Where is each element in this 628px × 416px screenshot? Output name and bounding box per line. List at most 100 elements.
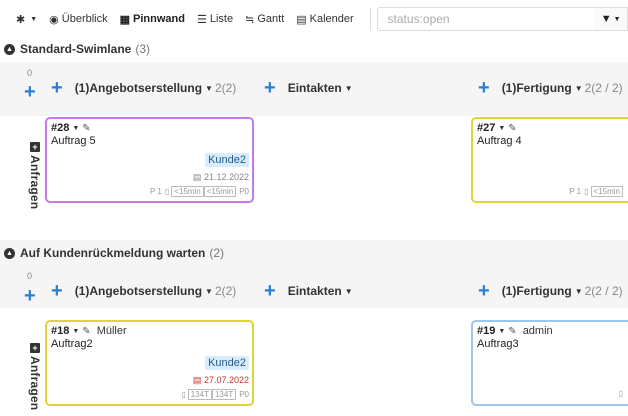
tab-board-label: Pinnwand xyxy=(133,13,185,25)
add-card-icon[interactable]: + xyxy=(478,78,490,98)
column-title: (1)Fertigung xyxy=(501,284,572,298)
card-meta: P 1 ▯ <15min <15min P0 xyxy=(150,186,249,197)
time-spent: <15min xyxy=(203,186,237,197)
swimlane-count: (2) xyxy=(209,246,225,260)
tab-calendar[interactable]: ▤ Kalender xyxy=(296,13,353,26)
grid-icon: ▦ xyxy=(119,13,131,26)
subtask-count: P 1 xyxy=(569,187,582,196)
ticket-id[interactable]: #28 xyxy=(51,122,69,134)
due-date-text: 21.12.2022 xyxy=(203,172,249,182)
ticket-card[interactable]: #28 ▼ ✎ Auftrag 5 Kunde2 ▤ 21.12.2022 P … xyxy=(45,117,254,203)
card-meta: P 1 ▯ <15min xyxy=(569,186,623,197)
due-date: ▤ 21.12.2022 xyxy=(193,172,249,183)
filter-icon: ▼ xyxy=(600,13,612,25)
ticket-id[interactable]: #18 xyxy=(51,325,69,337)
expand-icon[interactable]: + xyxy=(30,142,40,152)
swimlane-title: Standard-Swimlane xyxy=(20,42,132,56)
tag-badge: Kunde2 xyxy=(205,356,249,370)
row-label-text: Anfragen xyxy=(28,356,42,411)
card-meta: ▯ 134T 134T P0 xyxy=(181,389,249,400)
time-estimate: <15min xyxy=(171,186,204,197)
calendar-icon: ▤ xyxy=(192,172,202,182)
add-card-icon[interactable]: + xyxy=(264,281,276,301)
list-icon: ☰ xyxy=(196,13,207,26)
subtask-count: P 1 xyxy=(149,187,162,196)
ticket-title: Auftrag 4 xyxy=(477,135,522,147)
edit-icon[interactable]: ✎ xyxy=(82,123,90,134)
column-header-fertigung[interactable]: + (1)Fertigung ▼ 2(2 / 2) xyxy=(478,281,623,301)
tab-overview[interactable]: ◉ Überblick xyxy=(49,13,107,26)
chevron-down-icon[interactable]: ▼ xyxy=(345,84,353,93)
card-meta: ▯ xyxy=(619,389,623,398)
column-header-angebot[interactable]: + (1)Angebotserstellung ▼ 2(2) xyxy=(51,78,236,98)
search-input[interactable]: status:open xyxy=(376,7,595,31)
tab-list-label: Liste xyxy=(209,13,234,25)
ticket-card[interactable]: #19 ▼ ✎ admin Auftrag3 ▯ xyxy=(471,320,628,406)
edit-icon[interactable]: ✎ xyxy=(508,326,516,337)
add-card-icon[interactable]: + xyxy=(478,281,490,301)
assignee: admin xyxy=(522,325,553,337)
chevron-down-icon[interactable]: ▼ xyxy=(498,125,505,132)
chevron-down-icon[interactable]: ▼ xyxy=(205,84,213,93)
ticket-title: Auftrag2 xyxy=(51,338,93,350)
chevron-down-icon[interactable]: ▼ xyxy=(575,287,583,296)
assignee: Müller xyxy=(96,325,127,337)
chevron-down-icon[interactable]: ▼ xyxy=(205,287,213,296)
time-estimate: 134T xyxy=(187,389,212,400)
ticket-card[interactable]: #27 ▼ ✎ Auftrag 4 P 1 ▯ <15min xyxy=(471,117,628,203)
chevron-up-icon[interactable]: ▲ xyxy=(4,247,15,259)
settings-menu[interactable]: ✱ ▼ xyxy=(16,13,37,26)
column-title: (1)Fertigung xyxy=(501,81,572,95)
calendar-icon: ▤ xyxy=(192,375,202,385)
row-label-text: Anfragen xyxy=(28,155,42,210)
tag-badge: Kunde2 xyxy=(205,153,249,167)
edit-icon[interactable]: ✎ xyxy=(82,326,90,337)
document-icon: ▯ xyxy=(618,389,623,398)
eye-icon: ◉ xyxy=(49,13,59,26)
swimlane-header[interactable]: ▲ Standard-Swimlane (3) xyxy=(4,42,150,56)
swimlane-header[interactable]: ▲ Auf Kundenrückmeldung warten (2) xyxy=(4,246,224,260)
tab-board[interactable]: ▦ Pinnwand xyxy=(120,13,185,26)
expand-icon[interactable]: + xyxy=(30,343,40,353)
column-title: Eintakten xyxy=(287,81,342,95)
column-count: 2(2 / 2) xyxy=(584,81,623,95)
tab-overview-label: Überblick xyxy=(61,13,108,25)
due-date: ▤ 27.07.2022 xyxy=(193,375,249,386)
add-row-button[interactable]: + xyxy=(24,286,36,306)
chevron-down-icon[interactable]: ▼ xyxy=(498,328,505,335)
sliders-icon: ≒ xyxy=(245,13,255,26)
column-header-eintakten[interactable]: + Eintakten ▼ xyxy=(264,78,353,98)
ticket-title: Auftrag 5 xyxy=(51,135,96,147)
row-label: + Anfragen xyxy=(28,142,42,209)
chevron-down-icon[interactable]: ▼ xyxy=(575,84,583,93)
ticket-id[interactable]: #19 xyxy=(477,325,495,337)
column-header-fertigung[interactable]: + (1)Fertigung ▼ 2(2 / 2) xyxy=(478,78,623,98)
swimlane-count: (3) xyxy=(135,42,151,56)
ticket-card[interactable]: #18 ▼ ✎ Müller Auftrag2 Kunde2 ▤ 27.07.2… xyxy=(45,320,254,406)
lane-counter: 0 xyxy=(27,271,33,281)
column-header-eintakten[interactable]: + Eintakten ▼ xyxy=(264,281,353,301)
add-card-icon[interactable]: + xyxy=(51,281,63,301)
add-row-button[interactable]: + xyxy=(24,82,36,102)
tab-gantt[interactable]: ≒ Gantt xyxy=(245,13,284,26)
column-title: (1)Angebotserstellung xyxy=(74,81,203,95)
filter-button[interactable]: ▼ ▼ xyxy=(594,7,628,31)
edit-icon[interactable]: ✎ xyxy=(508,123,516,134)
add-card-icon[interactable]: + xyxy=(51,78,63,98)
document-icon: ▯ xyxy=(181,390,186,399)
chevron-down-icon[interactable]: ▼ xyxy=(72,328,79,335)
chevron-down-icon[interactable]: ▼ xyxy=(72,125,79,132)
add-card-icon[interactable]: + xyxy=(264,78,276,98)
column-header-angebot[interactable]: + (1)Angebotserstellung ▼ 2(2) xyxy=(51,281,236,301)
chevron-up-icon[interactable]: ▲ xyxy=(4,43,15,55)
time-spent: 134T xyxy=(211,389,237,400)
tab-gantt-label: Gantt xyxy=(257,13,285,25)
tab-list[interactable]: ☰ Liste xyxy=(197,13,233,26)
column-title: Eintakten xyxy=(287,284,342,298)
row-label: + Anfragen xyxy=(28,343,42,410)
priority: P0 xyxy=(239,390,249,399)
column-count: 2(2) xyxy=(214,284,237,298)
calendar-icon: ▤ xyxy=(296,13,307,26)
ticket-id[interactable]: #27 xyxy=(477,122,495,134)
chevron-down-icon[interactable]: ▼ xyxy=(345,287,353,296)
